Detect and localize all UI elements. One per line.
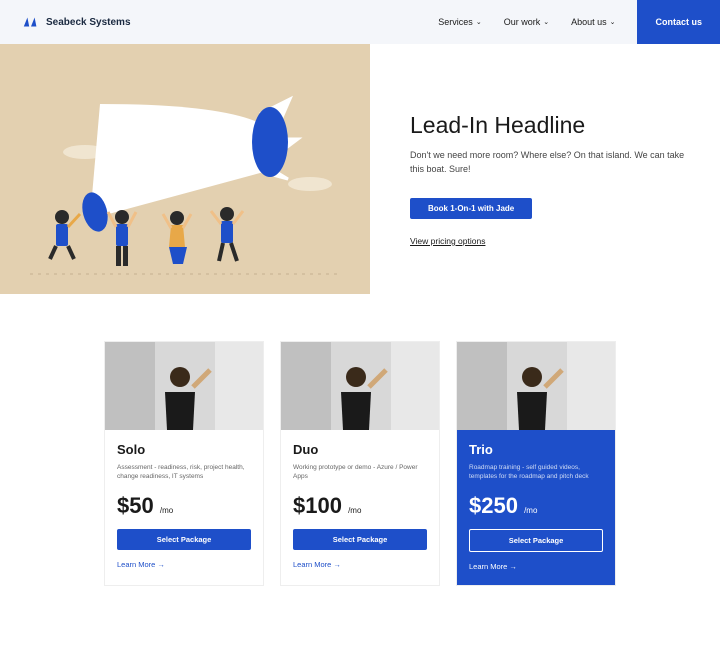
hero-content: Lead-In Headline Don't we need more room… — [390, 44, 720, 294]
card-desc: Assessment - readiness, risk, project he… — [117, 463, 251, 481]
logo-icon — [22, 15, 40, 29]
header: Seabeck Systems Services⌄ Our work⌄ Abou… — [0, 0, 720, 44]
hero-section: Lead-In Headline Don't we need more room… — [0, 44, 720, 294]
card-title: Duo — [293, 442, 427, 457]
logo[interactable]: Seabeck Systems — [0, 15, 131, 29]
pricing-card-trio: Trio Roadmap training - self guided vide… — [457, 342, 615, 585]
nav-services[interactable]: Services⌄ — [438, 17, 481, 27]
select-package-button[interactable]: Select Package — [117, 529, 251, 550]
pricing-section: Solo Assessment - readiness, risk, proje… — [0, 294, 720, 615]
hero-title: Lead-In Headline — [410, 112, 692, 139]
chevron-down-icon: ⌄ — [610, 18, 616, 26]
card-price: $50 /mo — [117, 493, 251, 519]
chevron-down-icon: ⌄ — [476, 18, 482, 26]
contact-button[interactable]: Contact us — [637, 0, 720, 44]
select-package-button[interactable]: Select Package — [293, 529, 427, 550]
chevron-down-icon: ⌄ — [543, 18, 549, 26]
card-title: Trio — [469, 442, 603, 457]
card-desc: Roadmap training - self guided videos, t… — [469, 463, 603, 481]
pricing-card-solo: Solo Assessment - readiness, risk, proje… — [105, 342, 263, 585]
hero-illustration — [0, 44, 370, 294]
card-desc: Working prototype or demo - Azure / Powe… — [293, 463, 427, 481]
learn-more-link[interactable]: Learn More → — [469, 562, 603, 571]
card-image — [457, 342, 615, 430]
card-image — [281, 342, 439, 430]
pricing-card-duo: Duo Working prototype or demo - Azure / … — [281, 342, 439, 585]
brand-name: Seabeck Systems — [46, 17, 131, 28]
card-title: Solo — [117, 442, 251, 457]
book-button[interactable]: Book 1-On-1 with Jade — [410, 198, 532, 219]
nav-about-us[interactable]: About us⌄ — [571, 17, 615, 27]
nav: Services⌄ Our work⌄ About us⌄ Contact us — [438, 0, 720, 44]
learn-more-link[interactable]: Learn More → — [293, 560, 427, 569]
card-image — [105, 342, 263, 430]
learn-more-link[interactable]: Learn More → — [117, 560, 251, 569]
pricing-link[interactable]: View pricing options — [410, 236, 485, 246]
card-price: $250 /mo — [469, 493, 603, 519]
card-price: $100 /mo — [293, 493, 427, 519]
nav-our-work[interactable]: Our work⌄ — [504, 17, 549, 27]
hero-subtitle: Don't we need more room? Where else? On … — [410, 149, 692, 176]
select-package-button[interactable]: Select Package — [469, 529, 603, 552]
